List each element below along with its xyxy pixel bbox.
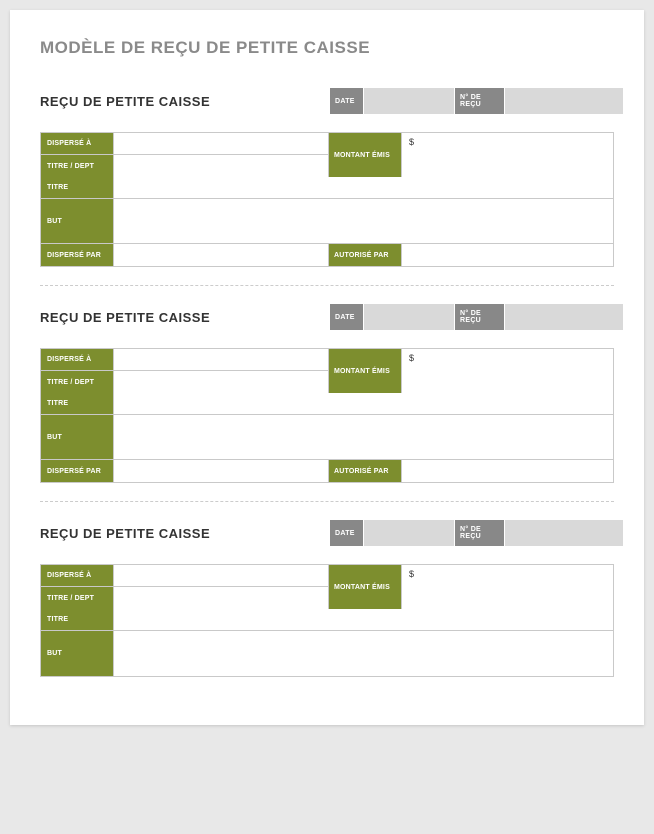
- purpose-input[interactable]: [114, 415, 613, 459]
- title-dept-label: TITRE / DEPT: [41, 587, 114, 609]
- receipt-no-label: N° DE REÇU: [455, 520, 505, 546]
- purpose-label: BUT: [41, 631, 114, 676]
- title-label: TITRE: [41, 393, 114, 414]
- receipt-block-1: REÇU DE PETITE CAISSE DATE N° DE REÇU DI…: [40, 88, 614, 267]
- receipt-header: REÇU DE PETITE CAISSE DATE N° DE REÇU: [40, 304, 614, 330]
- title-dept-input[interactable]: [114, 587, 328, 609]
- date-label: DATE: [330, 520, 364, 546]
- title-dept-label: TITRE / DEPT: [41, 155, 114, 177]
- purpose-label: BUT: [41, 415, 114, 459]
- purpose-input[interactable]: [114, 199, 613, 243]
- divider: [40, 501, 614, 502]
- dispersed-by-input[interactable]: [114, 244, 329, 266]
- title-label: TITRE: [41, 609, 114, 630]
- amount-input[interactable]: [414, 353, 608, 362]
- receipt-grid: DISPERSÉ À TITRE / DEPT MONTANT ÉMIS $: [40, 564, 614, 677]
- dispersed-by-label: DISPERSÉ PAR: [41, 244, 114, 266]
- dispersed-by-input[interactable]: [114, 460, 329, 482]
- amount-issued-label: MONTANT ÉMIS: [329, 349, 402, 393]
- authorized-by-label: AUTORISÉ PAR: [329, 244, 402, 266]
- main-title: MODÈLE DE REÇU DE PETITE CAISSE: [40, 38, 614, 58]
- title-label: TITRE: [41, 177, 114, 198]
- page: MODÈLE DE REÇU DE PETITE CAISSE REÇU DE …: [10, 10, 644, 725]
- title-dept-label: TITRE / DEPT: [41, 371, 114, 393]
- receipt-no-label: N° DE REÇU: [455, 304, 505, 330]
- receipt-title: REÇU DE PETITE CAISSE: [40, 310, 330, 325]
- title-input[interactable]: [114, 393, 613, 414]
- title-input[interactable]: [114, 609, 613, 630]
- receipt-no-input[interactable]: [505, 88, 623, 114]
- receipt-no-input[interactable]: [505, 520, 623, 546]
- dispersed-to-input[interactable]: [114, 349, 328, 370]
- dispersed-to-label: DISPERSÉ À: [41, 565, 114, 586]
- date-label: DATE: [330, 304, 364, 330]
- amount-issued-label: MONTANT ÉMIS: [329, 565, 402, 609]
- receipt-header: REÇU DE PETITE CAISSE DATE N° DE REÇU: [40, 88, 614, 114]
- receipt-header: REÇU DE PETITE CAISSE DATE N° DE REÇU: [40, 520, 614, 546]
- amount-input[interactable]: [414, 137, 608, 146]
- dispersed-to-input[interactable]: [114, 565, 328, 586]
- title-input[interactable]: [114, 177, 613, 198]
- authorized-by-input[interactable]: [402, 460, 613, 482]
- receipt-block-2: REÇU DE PETITE CAISSE DATE N° DE REÇU DI…: [40, 304, 614, 483]
- dispersed-to-label: DISPERSÉ À: [41, 133, 114, 154]
- receipt-title: REÇU DE PETITE CAISSE: [40, 94, 330, 109]
- purpose-label: BUT: [41, 199, 114, 243]
- authorized-by-input[interactable]: [402, 244, 613, 266]
- purpose-input[interactable]: [114, 631, 613, 676]
- date-label: DATE: [330, 88, 364, 114]
- amount-cell: $: [402, 133, 613, 177]
- receipt-grid: DISPERSÉ À TITRE / DEPT MONTANT ÉMIS $: [40, 348, 614, 483]
- receipt-grid: DISPERSÉ À TITRE / DEPT MONTANT ÉMIS $: [40, 132, 614, 267]
- amount-input[interactable]: [414, 569, 608, 578]
- date-input[interactable]: [364, 304, 454, 330]
- dispersed-to-input[interactable]: [114, 133, 328, 154]
- authorized-by-label: AUTORISÉ PAR: [329, 460, 402, 482]
- meta-row: DATE N° DE REÇU: [330, 88, 623, 114]
- date-input[interactable]: [364, 88, 454, 114]
- meta-row: DATE N° DE REÇU: [330, 304, 623, 330]
- amount-cell: $: [402, 565, 613, 609]
- receipt-block-3: REÇU DE PETITE CAISSE DATE N° DE REÇU DI…: [40, 520, 614, 677]
- receipt-no-label: N° DE REÇU: [455, 88, 505, 114]
- dispersed-by-label: DISPERSÉ PAR: [41, 460, 114, 482]
- receipt-no-input[interactable]: [505, 304, 623, 330]
- amount-cell: $: [402, 349, 613, 393]
- date-input[interactable]: [364, 520, 454, 546]
- receipt-title: REÇU DE PETITE CAISSE: [40, 526, 330, 541]
- title-dept-input[interactable]: [114, 155, 328, 177]
- dispersed-to-label: DISPERSÉ À: [41, 349, 114, 370]
- divider: [40, 285, 614, 286]
- amount-issued-label: MONTANT ÉMIS: [329, 133, 402, 177]
- meta-row: DATE N° DE REÇU: [330, 520, 623, 546]
- title-dept-input[interactable]: [114, 371, 328, 393]
